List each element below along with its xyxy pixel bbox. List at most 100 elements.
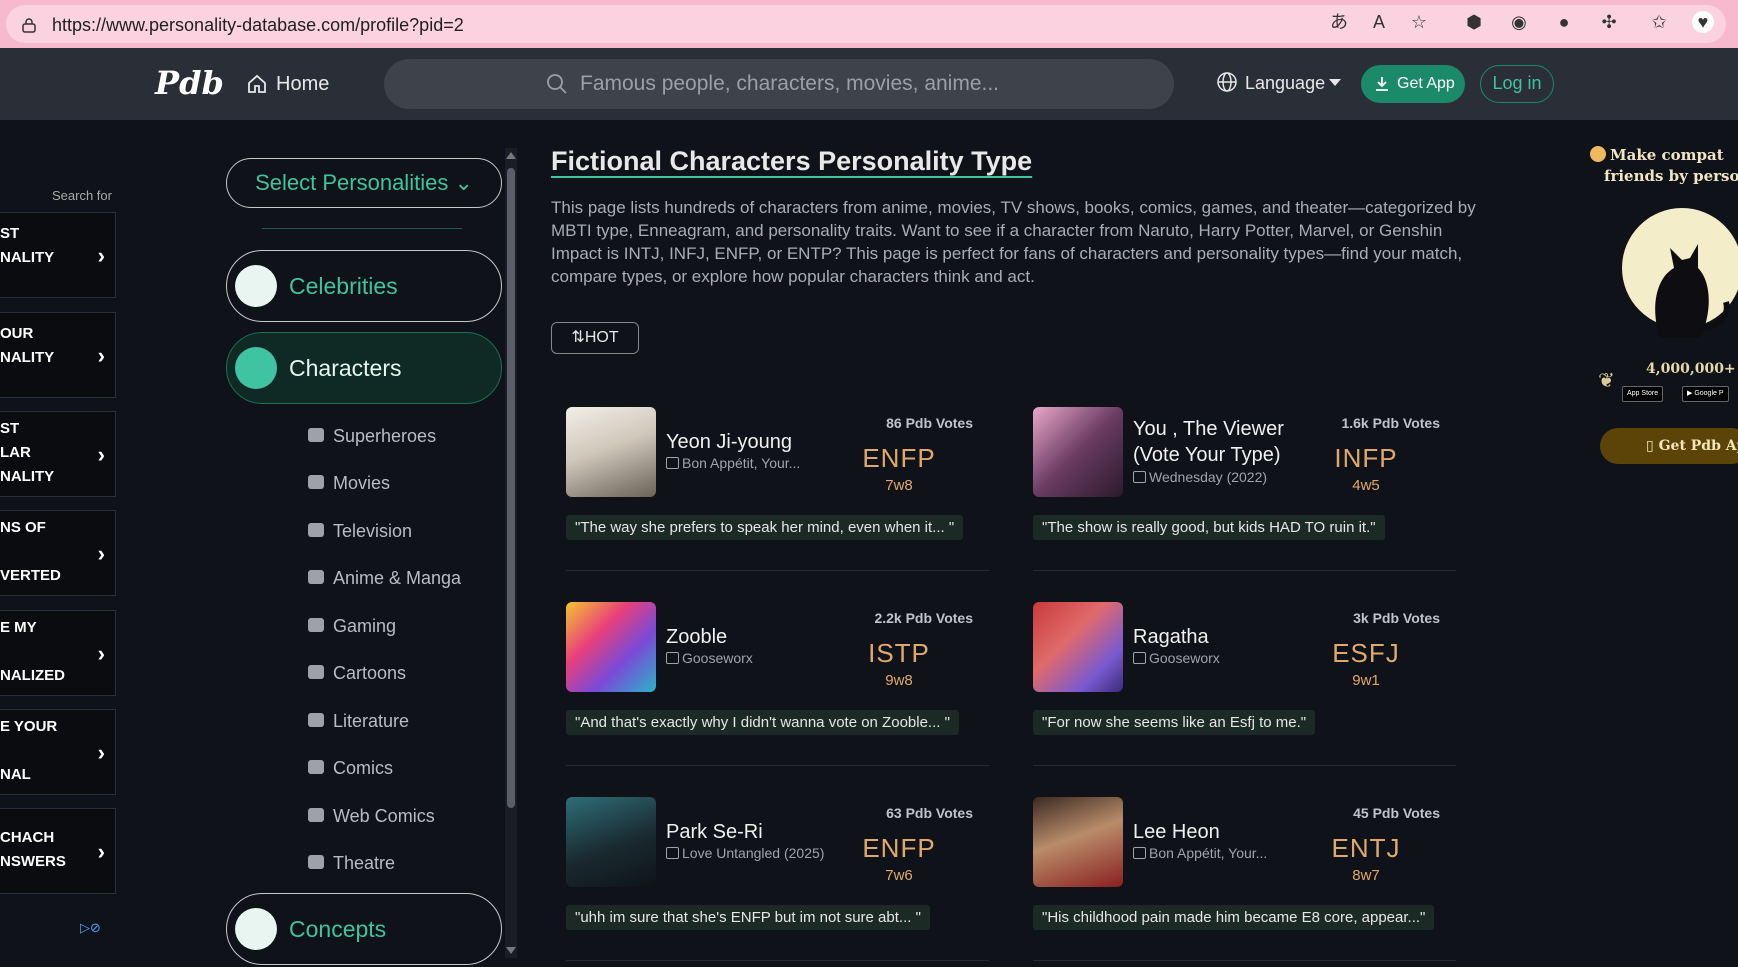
notification-extension-icon[interactable]: ● bbox=[1553, 11, 1575, 33]
superhero-icon bbox=[308, 428, 324, 442]
ad-item[interactable]: NS OF VERTED › bbox=[0, 510, 116, 596]
moon-cat-illustration bbox=[1622, 208, 1738, 338]
sidebar-scrollbar[interactable] bbox=[505, 148, 517, 958]
subcategory-label: Cartoons bbox=[333, 663, 407, 683]
comment-quote[interactable]: "uhh im sure that she's ENFP but im not … bbox=[566, 905, 930, 930]
comment-quote[interactable]: "And that's exactly why I didn't wanna v… bbox=[566, 710, 959, 735]
enneagram-type[interactable]: 7w6 bbox=[849, 867, 949, 884]
category-label: Characters bbox=[289, 355, 402, 381]
scroll-up-icon[interactable] bbox=[506, 152, 516, 159]
character-source: Gooseworx bbox=[666, 650, 753, 666]
sort-label: HOT bbox=[584, 329, 619, 346]
character-card[interactable]: Zooble Gooseworx 2.2k Pdb Votes ISTP 9w8… bbox=[551, 602, 989, 782]
enneagram-type[interactable]: 7w8 bbox=[849, 477, 949, 494]
google-play-badge[interactable]: ▶ Google P bbox=[1682, 386, 1729, 402]
comment-quote[interactable]: "His childhood pain made him became E8 c… bbox=[1033, 905, 1435, 930]
ad-item-text: ST bbox=[0, 420, 20, 437]
enneagram-type[interactable]: 9w1 bbox=[1316, 672, 1416, 689]
app-promo-ad[interactable]: Make compat friends by persona ❦ 4,000,0… bbox=[1590, 140, 1738, 520]
character-name: Zooble bbox=[666, 626, 728, 648]
comment-quote[interactable]: "The way she prefers to speak her mind, … bbox=[566, 515, 964, 540]
enneagram-type[interactable]: 8w7 bbox=[1316, 867, 1416, 884]
character-card[interactable]: Yeon Ji-young Bon Appétit, Your... 86 Pd… bbox=[551, 407, 989, 587]
character-photo bbox=[566, 602, 656, 692]
pdb-logo[interactable]: Pdb bbox=[155, 64, 224, 102]
character-source-label: Gooseworx bbox=[682, 650, 753, 666]
character-name: Yeon Ji-young bbox=[666, 431, 793, 453]
ad-item[interactable]: ST NALITY › bbox=[0, 212, 116, 298]
character-source-label: Bon Appétit, Your... bbox=[682, 455, 801, 471]
favorite-star-icon[interactable]: ☆ bbox=[1408, 11, 1430, 33]
download-icon bbox=[1376, 77, 1388, 91]
sort-arrows-icon: ⇅ bbox=[571, 329, 585, 346]
comment-quote[interactable]: "The show is really good, but kids HAD T… bbox=[1033, 515, 1385, 540]
translate-icon[interactable]: あ bbox=[1328, 11, 1350, 33]
mbti-type[interactable]: ESFJ bbox=[1316, 638, 1416, 669]
read-aloud-icon[interactable]: A bbox=[1368, 11, 1390, 33]
character-source: Love Untangled (2025) bbox=[666, 845, 824, 861]
home-link[interactable]: Home bbox=[246, 73, 329, 96]
enneagram-type[interactable]: 9w8 bbox=[849, 672, 949, 689]
category-characters[interactable]: Characters bbox=[226, 332, 502, 404]
ad-search-label: Search for bbox=[52, 188, 112, 203]
chevron-down-icon bbox=[1329, 79, 1341, 86]
profile-avatar-icon[interactable]: ♥ bbox=[1692, 11, 1714, 33]
scrollbar-thumb[interactable] bbox=[507, 168, 515, 808]
login-button[interactable]: Log in bbox=[1480, 65, 1554, 103]
ad-item[interactable]: CHACH NSWERS › bbox=[0, 808, 116, 894]
character-card[interactable]: You , The Viewer (Vote Your Type) Wednes… bbox=[1018, 407, 1456, 587]
scroll-down-icon[interactable] bbox=[506, 947, 516, 954]
subcategory-label: Web Comics bbox=[333, 806, 435, 826]
category-concepts[interactable]: Concepts bbox=[226, 893, 502, 965]
ad-item-text: VERTED bbox=[0, 567, 61, 584]
select-personalities-button[interactable]: Select Personalities ⌄ bbox=[226, 158, 502, 208]
sort-button[interactable]: ⇅HOT bbox=[551, 322, 639, 354]
extensions-puzzle-icon[interactable]: ✣ bbox=[1598, 11, 1620, 33]
subcategory-label: Literature bbox=[333, 711, 410, 731]
mbti-type[interactable]: ENTJ bbox=[1316, 833, 1416, 864]
mbti-type[interactable]: INFP bbox=[1316, 443, 1416, 474]
mbti-type[interactable]: ISTP bbox=[849, 638, 949, 669]
chevron-right-icon: › bbox=[97, 343, 105, 368]
chevron-right-icon: › bbox=[97, 839, 105, 864]
subcategory-label: Television bbox=[333, 521, 413, 541]
mbti-type[interactable]: ENFP bbox=[849, 833, 949, 864]
adchoices-icon[interactable]: ▷⊘ bbox=[80, 920, 101, 936]
ad-item[interactable]: E YOUR NAL › bbox=[0, 709, 116, 795]
chevron-right-icon: › bbox=[97, 541, 105, 566]
chevron-right-icon: › bbox=[97, 641, 105, 666]
get-pdb-app-button[interactable]: ▯ Get Pdb App bbox=[1600, 428, 1738, 464]
site-header: Pdb Home Famous people, characters, movi… bbox=[0, 48, 1738, 120]
mbti-type[interactable]: ENFP bbox=[849, 443, 949, 474]
character-card[interactable]: Lee Heon Bon Appétit, Your... 45 Pdb Vot… bbox=[1018, 797, 1456, 967]
vote-count: 1.6k Pdb Votes bbox=[1341, 415, 1440, 431]
search-input[interactable]: Famous people, characters, movies, anime… bbox=[384, 59, 1174, 109]
character-source-label: Gooseworx bbox=[1149, 650, 1220, 666]
app-store-badge[interactable]: App Store bbox=[1622, 386, 1664, 402]
vote-count: 86 Pdb Votes bbox=[886, 415, 973, 431]
character-name: Park Se-Ri bbox=[666, 821, 763, 843]
ad-item-text: NSWERS bbox=[0, 853, 66, 870]
vote-count: 63 Pdb Votes bbox=[886, 805, 973, 821]
incognito-extension-icon[interactable]: ◉ bbox=[1508, 11, 1530, 33]
shield-extension-icon[interactable]: ⬢ bbox=[1463, 11, 1485, 33]
divider bbox=[566, 960, 989, 961]
character-card[interactable]: Ragatha Gooseworx 3k Pdb Votes ESFJ 9w1 … bbox=[1018, 602, 1456, 782]
get-app-button[interactable]: Get App bbox=[1361, 65, 1465, 103]
category-celebrities[interactable]: Celebrities bbox=[226, 250, 502, 322]
ad-item[interactable]: OUR NALITY › bbox=[0, 312, 116, 398]
category-label: Celebrities bbox=[289, 273, 398, 299]
category-label: Concepts bbox=[289, 916, 387, 942]
subcategory-label: Anime & Manga bbox=[333, 568, 462, 588]
ad-item-text: NALIZED bbox=[0, 667, 65, 684]
favorites-list-icon[interactable]: ✩ bbox=[1648, 11, 1670, 33]
enneagram-type[interactable]: 4w5 bbox=[1316, 477, 1416, 494]
speech-bubble-icon bbox=[308, 760, 324, 774]
character-card[interactable]: Park Se-Ri Love Untangled (2025) 63 Pdb … bbox=[551, 797, 989, 967]
comment-quote[interactable]: "For now she seems like an Esfj to me." bbox=[1033, 710, 1316, 735]
ad-item[interactable]: ST LAR NALITY › bbox=[0, 411, 116, 497]
character-name: You , The Viewer (Vote Your Type) bbox=[1133, 418, 1284, 466]
ad-item[interactable]: E MY NALIZED › bbox=[0, 610, 116, 696]
moon-emoji-icon bbox=[1590, 146, 1606, 162]
character-source-label: Wednesday (2022) bbox=[1149, 469, 1268, 485]
